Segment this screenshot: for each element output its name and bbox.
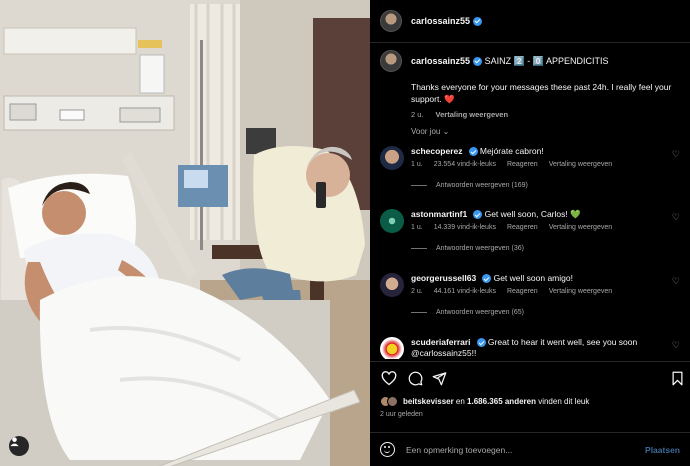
verified-badge-icon	[468, 147, 478, 157]
verified-badge-icon	[473, 56, 483, 66]
view-replies-button[interactable]: Antwoorden weergeven (65)	[411, 309, 685, 316]
comment-text: Mejórate cabron!	[479, 146, 544, 156]
caption-avatar[interactable]	[380, 50, 402, 72]
view-replies-label: Antwoorden weergeven (65)	[436, 309, 524, 316]
likes-summary[interactable]: beitskevisser en 1.686.365 anderen vinde…	[380, 396, 589, 407]
share-paper-plane-icon[interactable]	[430, 369, 448, 387]
view-replies-label: Antwoorden weergeven (169)	[436, 182, 528, 189]
comment-translate-link[interactable]: Vertaling weergeven	[549, 288, 612, 295]
emoji-picker-icon[interactable]	[380, 442, 395, 457]
post-details-panel: carlossainz55 carlossainz55 SAINZ 2️⃣ - …	[370, 0, 690, 466]
like-comment-heart-icon[interactable]: ♡	[672, 212, 680, 223]
commenter-username[interactable]: georgerussell63	[411, 273, 476, 283]
comment-time[interactable]: 2 u.	[411, 288, 423, 295]
liker-avatar	[387, 396, 398, 407]
comment-reply-button[interactable]: Reageren	[507, 224, 538, 231]
view-replies-button[interactable]: Antwoorden weergeven (36)	[411, 245, 685, 252]
verified-badge-icon	[476, 338, 486, 348]
post-header: carlossainz55	[370, 0, 690, 42]
likes-count[interactable]: 1.686.365 anderen	[467, 397, 536, 406]
comment-like-count[interactable]: 23.554 vind-ik-leuks	[434, 161, 496, 168]
comment-text: Get well soon, Carlos!	[484, 209, 568, 219]
comment-sort-dropdown[interactable]: Voor jou ⌄	[411, 127, 449, 136]
likes-suffix: vinden dit leuk	[535, 397, 590, 406]
posted-time: 2 uur geleden	[380, 411, 423, 418]
post-caption: carlossainz55 SAINZ 2️⃣ - 0️⃣ APPENDICIT…	[380, 50, 680, 119]
comment-sort-label: Voor jou	[411, 127, 441, 136]
liker-username[interactable]: beitskevisser	[403, 397, 454, 406]
view-replies-label: Antwoorden weergeven (36)	[436, 245, 524, 252]
save-bookmark-icon[interactable]	[668, 369, 686, 387]
comment-text: Get well soon amigo!	[493, 273, 573, 283]
author-avatar[interactable]	[380, 10, 402, 32]
like-comment-heart-icon[interactable]: ♡	[672, 276, 680, 287]
add-comment-input[interactable]: Een opmerking toevoegen...	[406, 445, 512, 455]
green-heart-emoji: 💚	[570, 209, 581, 219]
replies-line	[411, 312, 427, 313]
header-divider	[370, 42, 690, 43]
author-username[interactable]: carlossainz55	[411, 16, 470, 26]
like-comment-heart-icon[interactable]: ♡	[672, 149, 680, 160]
comment-like-count[interactable]: 14.339 vind-ik-leuks	[434, 224, 496, 231]
caption-title: SAINZ 2️⃣ - 0️⃣ APPENDICITIS	[484, 55, 609, 66]
commenter-avatar[interactable]	[380, 209, 404, 233]
like-comment-heart-icon[interactable]: ♡	[672, 340, 680, 351]
post-comment-button[interactable]: Plaatsen	[645, 445, 680, 455]
caption-translate-link[interactable]: Vertaling weergeven	[436, 110, 509, 119]
replies-line	[411, 185, 427, 186]
commenter-username[interactable]: astonmartinf1	[411, 209, 467, 219]
caption-username[interactable]: carlossainz55	[411, 56, 470, 66]
comment-time[interactable]: 1 u.	[411, 161, 423, 168]
comment-item: astonmartinf1 Get well soon, Carlos! 💚 1…	[380, 209, 685, 252]
person-icon	[10, 437, 19, 447]
add-comment-bar: Een opmerking toevoegen... Plaatsen	[370, 433, 690, 466]
verified-badge-icon	[473, 210, 483, 220]
replies-line	[411, 248, 427, 249]
view-replies-button[interactable]: Antwoorden weergeven (169)	[411, 182, 685, 189]
comment-like-count[interactable]: 44.161 vind-ik-leuks	[434, 288, 496, 295]
verified-badge-icon	[482, 274, 492, 284]
comment-translate-link[interactable]: Vertaling weergeven	[549, 224, 612, 231]
comment-item: georgerussell63 Get well soon amigo! 2 u…	[380, 273, 685, 316]
comment-item: schecoperez Mejórate cabron! 1 u. 23.554…	[380, 146, 685, 189]
commenter-username[interactable]: scuderiaferrari	[411, 337, 471, 347]
commenter-avatar[interactable]	[380, 146, 404, 170]
likes-and: en	[453, 397, 468, 406]
comment-item: scuderiaferrari Great to hear it went we…	[380, 337, 685, 359]
verified-badge-icon	[473, 16, 483, 26]
post-actions-bar	[380, 369, 686, 389]
comment-reply-button[interactable]: Reageren	[507, 161, 538, 168]
commenter-avatar[interactable]	[380, 337, 404, 359]
tagged-user-icon[interactable]	[9, 436, 29, 456]
comment-reply-button[interactable]: Reageren	[507, 288, 538, 295]
actions-divider	[370, 361, 690, 362]
commenter-username[interactable]: schecoperez	[411, 146, 463, 156]
like-heart-icon[interactable]	[380, 369, 398, 387]
comment-bubble-icon[interactable]	[406, 369, 424, 387]
commenter-avatar[interactable]	[380, 273, 404, 297]
hospital-room-photo	[0, 0, 370, 466]
comment-time[interactable]: 1 u.	[411, 224, 423, 231]
comment-translate-link[interactable]: Vertaling weergeven	[549, 161, 612, 168]
post-photo	[0, 0, 370, 466]
caption-time[interactable]: 2 u.	[411, 110, 424, 119]
chevron-down-icon: ⌄	[442, 127, 450, 136]
red-heart-emoji: ❤️	[444, 94, 455, 104]
